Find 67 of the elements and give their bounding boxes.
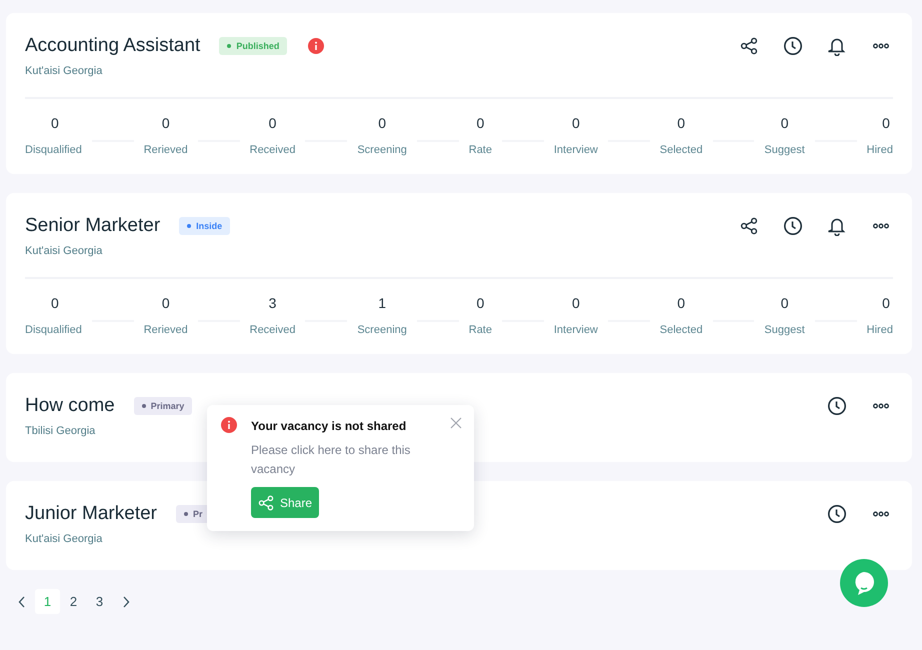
stage-count: 0 (882, 115, 891, 131)
location-text: Tbilisi Georgia (25, 425, 96, 437)
bell-icon[interactable] (828, 36, 846, 56)
stage-count: 0 (677, 295, 686, 311)
share-icon[interactable] (740, 217, 758, 235)
share-icon (258, 494, 274, 510)
stage-count: 0 (882, 295, 891, 311)
stage-label: Hired (866, 144, 893, 156)
stage-label: Screening (357, 144, 407, 156)
page-button[interactable]: 2 (61, 589, 86, 614)
stage-count: 3 (268, 295, 276, 311)
chevron-left-icon[interactable] (18, 596, 26, 608)
stage-label: Rerieved (144, 324, 188, 336)
stage-count: 0 (162, 295, 170, 311)
stage-count: 0 (50, 295, 59, 311)
stage-label: Suggest (764, 144, 805, 156)
stage-label: Disqualified (25, 324, 82, 336)
stage-label: Interview (554, 144, 598, 156)
stage-label: Rate (468, 144, 492, 156)
stage-label: Rate (468, 324, 492, 336)
status-badge: Published (219, 37, 288, 55)
location-text: Kut'aisi Georgia (25, 533, 102, 545)
more-icon[interactable] (873, 223, 889, 229)
more-icon[interactable] (873, 511, 889, 517)
stage-count: 0 (572, 115, 580, 131)
stage-count: 1 (378, 295, 386, 311)
stage-count: 0 (677, 115, 686, 131)
stage-label: Rerieved (144, 144, 188, 156)
job-title[interactable]: Accounting Assistant (25, 35, 200, 57)
stage-count: 0 (378, 115, 386, 131)
job-title[interactable]: Senior Marketer (25, 215, 160, 237)
stage-count: 0 (50, 115, 59, 131)
chevron-right-icon[interactable] (122, 596, 130, 608)
status-badge: Inside (179, 217, 230, 235)
alert-icon (221, 417, 237, 433)
popup-message: Please click here to share this vacancy (251, 442, 412, 478)
status-badge: Primary (134, 397, 192, 415)
more-icon[interactable] (873, 43, 889, 49)
stage-count: 0 (780, 295, 788, 311)
stage-label: Selected (660, 144, 703, 156)
clock-icon[interactable] (783, 36, 803, 56)
stage-label: Received (250, 324, 296, 336)
stage-label: Hired (866, 324, 893, 336)
stage-label: Received (250, 144, 296, 156)
stage-count: 0 (780, 115, 788, 131)
share-icon[interactable] (740, 37, 758, 55)
job-title[interactable]: Junior Marketer (25, 503, 157, 525)
stage-label: Interview (554, 324, 598, 336)
stage-label: Selected (660, 324, 703, 336)
stage-label: Suggest (764, 324, 805, 336)
bell-icon[interactable] (828, 216, 846, 236)
stage-count: 0 (572, 295, 580, 311)
job-title[interactable]: How come (25, 395, 115, 417)
stage-count: 0 (162, 115, 170, 131)
stage-label: Screening (357, 324, 407, 336)
clock-icon[interactable] (827, 504, 847, 524)
page-button[interactable]: 3 (87, 589, 112, 614)
more-icon[interactable] (873, 403, 889, 409)
clock-icon[interactable] (783, 216, 803, 236)
clock-icon[interactable] (827, 396, 847, 416)
stage-count: 0 (476, 115, 484, 131)
location-text: Kut'aisi Georgia (25, 245, 102, 257)
stage-count: 0 (476, 295, 484, 311)
location-text: Kut'aisi Georgia (25, 65, 102, 77)
stage-label: Disqualified (25, 144, 82, 156)
stage-count: 0 (268, 115, 276, 131)
popup-title: Your vacancy is not shared (251, 419, 408, 433)
